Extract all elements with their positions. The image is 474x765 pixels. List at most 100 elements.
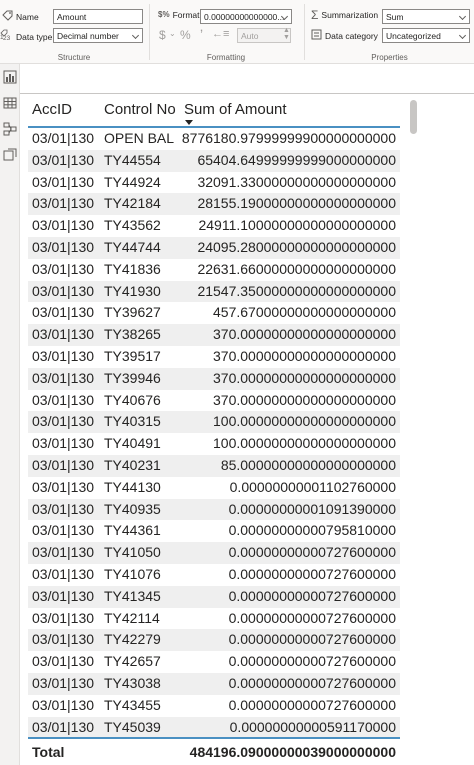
table-row: 03/01|130 TY42657 0.00000000000727600000 <box>28 651 400 673</box>
total-label: Total <box>32 744 65 760</box>
scrollbar-thumb[interactable] <box>410 100 417 134</box>
data-category-icon <box>311 29 322 43</box>
table-row: 03/01|130 TY40315 100.00000000000000000000 <box>28 411 400 434</box>
total-row: Total 484196.09000000039000000000 <box>28 737 400 765</box>
table-row: 03/01|130 TY41930 21547.350000000000000000… <box>28 280 400 303</box>
cell-control-no: TY41345 <box>104 587 161 604</box>
comma-button[interactable]: ʼ <box>200 27 203 43</box>
cell-sum-of-amount: 0.00000000000727600000 <box>228 587 396 604</box>
data-type-icon: 1 23 <box>0 29 13 44</box>
dax-query-view-icon[interactable] <box>3 148 17 162</box>
cell-control-no: TY44361 <box>104 522 161 539</box>
cell-accid: 03/01|130 <box>32 718 95 735</box>
decimal-places-icon[interactable]: ←≡ <box>212 28 229 40</box>
cell-accid: 03/01|130 <box>32 653 95 670</box>
cell-control-no: TY40676 <box>104 391 161 408</box>
vertical-scrollbar[interactable] <box>410 100 418 740</box>
cell-sum-of-amount: 0.00000000000727600000 <box>228 544 396 561</box>
column-header-control-no[interactable]: Control No <box>104 101 176 118</box>
data-type-dropdown[interactable]: Decimal number <box>53 28 143 43</box>
chevron-down-icon[interactable]: ⌄ <box>169 29 176 38</box>
cell-control-no: TY43562 <box>104 217 161 234</box>
name-label: Name <box>16 12 39 22</box>
table-row: 03/01|130 TY45039 0.00000000000591170000 <box>28 716 400 739</box>
table-row: 03/01|130 TY42184 28155.190000000000000000… <box>28 193 400 216</box>
cell-sum-of-amount: 21547.35000000000000000000 <box>197 282 396 299</box>
data-category-label: Data category <box>325 31 378 41</box>
table-row: 03/01|130 TY44924 32091.330000000000000000… <box>28 172 400 194</box>
name-field[interactable]: Amount <box>53 9 143 24</box>
currency-button[interactable]: $ <box>159 28 166 42</box>
total-value: 484196.09000000039000000000 <box>189 744 396 760</box>
cell-control-no: TY43038 <box>104 674 161 691</box>
cell-control-no: TY40935 <box>104 500 161 517</box>
table-row: 03/01|130 TY44361 0.00000000000795810000 <box>28 520 400 542</box>
cell-sum-of-amount: 85.00000000000000000000 <box>220 456 396 473</box>
table-row: 03/01|130 TY40676 370.00000000000000000000 <box>28 390 400 412</box>
cell-control-no: TY42279 <box>104 631 161 648</box>
cell-accid: 03/01|130 <box>32 544 95 561</box>
cell-sum-of-amount: 0.00000000001091390000 <box>228 500 396 517</box>
table-row: 03/01|130 TY41076 0.00000000000727600000 <box>28 564 400 586</box>
cell-sum-of-amount: 8776180.97999999900000000000 <box>181 130 396 146</box>
cell-control-no: TY41930 <box>104 282 161 299</box>
properties-group: Σ Summarization Sum Data category Uncate… <box>305 0 474 64</box>
cell-accid: 03/01|130 <box>32 326 95 343</box>
table-row: 03/01|130 TY42279 0.00000000000727600000 <box>28 629 400 652</box>
cell-accid: 03/01|130 <box>32 130 95 146</box>
table-body: 03/01|130 OPEN BAL 8776180.979999999000000… <box>28 128 400 739</box>
percent-button[interactable]: % <box>180 28 191 42</box>
stepper-icon[interactable]: ▲ ▼ <box>283 27 290 41</box>
column-header-accid[interactable]: AccID <box>32 101 72 118</box>
cell-sum-of-amount: 0.00000000000727600000 <box>228 565 396 582</box>
data-category-dropdown[interactable]: Uncategorized <box>382 28 470 43</box>
table-view-icon[interactable] <box>3 96 17 110</box>
cell-control-no: TY41836 <box>104 260 161 277</box>
summarization-dropdown[interactable]: Sum <box>382 9 470 24</box>
table-row: 03/01|130 TY39517 370.00000000000000000000 <box>28 346 400 368</box>
cell-sum-of-amount: 0.00000000001102760000 <box>229 478 396 495</box>
sort-descending-icon[interactable] <box>185 120 193 125</box>
cell-accid: 03/01|130 <box>32 238 95 255</box>
cell-control-no: TY45039 <box>104 718 161 735</box>
cell-accid: 03/01|130 <box>32 456 95 473</box>
cell-sum-of-amount: 24095.28000000000000000000 <box>197 238 396 255</box>
table-row: 03/01|130 TY44744 24095.280000000000000000… <box>28 236 400 259</box>
model-view-icon[interactable] <box>3 122 17 136</box>
column-header-sum-of-amount[interactable]: Sum of Amount <box>184 101 287 118</box>
format-dropdown[interactable]: 0.00000000000000... <box>200 9 292 24</box>
table-row: 03/01|130 TY41050 0.00000000000727600000 <box>28 542 400 564</box>
formula-bar-area <box>20 64 474 94</box>
cell-accid: 03/01|130 <box>32 347 95 364</box>
cell-sum-of-amount: 24911.10000000000000000000 <box>198 217 396 234</box>
report-view-icon[interactable] <box>3 70 17 84</box>
table-row: 03/01|130 TY40491 100.00000000000000000000 <box>28 433 400 455</box>
table-row: 03/01|130 TY44130 0.00000000001102760000 <box>28 477 400 499</box>
cell-control-no: TY42657 <box>104 653 161 670</box>
cell-control-no: TY44744 <box>104 238 161 255</box>
cell-accid: 03/01|130 <box>32 674 95 691</box>
cell-accid: 03/01|130 <box>32 391 95 408</box>
cell-accid: 03/01|130 <box>32 282 95 299</box>
cell-sum-of-amount: 370.00000000000000000000 <box>213 369 396 386</box>
table-row: 03/01|130 TY40935 0.00000000001091390000 <box>28 498 400 521</box>
cell-accid: 03/01|130 <box>32 435 95 452</box>
cell-accid: 03/01|130 <box>32 260 95 277</box>
table-row: 03/01|130 TY41836 22631.660000000000000000… <box>28 259 400 281</box>
cell-sum-of-amount: 0.00000000000727600000 <box>228 696 396 713</box>
table-row: 03/01|130 TY38265 370.00000000000000000000 <box>28 324 400 346</box>
cell-sum-of-amount: 22631.66000000000000000000 <box>197 260 396 277</box>
cell-control-no: TY44554 <box>104 151 161 168</box>
cell-accid: 03/01|130 <box>32 413 95 430</box>
cell-sum-of-amount: 370.00000000000000000000 <box>213 347 396 364</box>
cell-accid: 03/01|130 <box>32 522 95 539</box>
cell-accid: 03/01|130 <box>32 173 95 190</box>
cell-control-no: TY41050 <box>104 544 161 561</box>
format-icon: $% <box>158 10 170 19</box>
cell-accid: 03/01|130 <box>32 304 95 321</box>
cell-sum-of-amount: 0.00000000000727600000 <box>228 631 396 648</box>
cell-sum-of-amount: 0.00000000000591170000 <box>229 718 396 735</box>
cell-accid: 03/01|130 <box>32 369 95 386</box>
cell-control-no: TY39627 <box>104 304 161 321</box>
format-label: Format <box>172 10 200 20</box>
